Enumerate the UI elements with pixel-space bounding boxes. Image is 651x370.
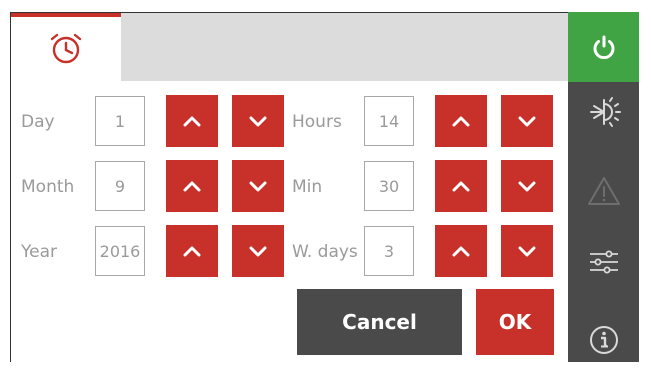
day-decrease-button[interactable] [232,95,284,147]
chevron-up-icon [452,116,470,127]
wdays-increase-button[interactable] [435,225,487,277]
wdays-decrease-button[interactable] [501,225,553,277]
year-increase-button[interactable] [166,225,218,277]
chevron-up-icon [183,116,201,127]
wdays-label: W. days [292,242,358,262]
month-label: Month [21,177,75,197]
sun-snowflake-icon [589,97,621,127]
power-icon [593,35,614,60]
chevron-up-icon [452,246,470,257]
day-value-field[interactable]: 1 [95,96,145,146]
sidebar-item-power[interactable] [568,12,639,82]
month-decrease-button[interactable] [232,160,284,212]
chevron-down-icon [518,181,536,192]
chevron-down-icon [249,181,267,192]
hours-label: Hours [292,112,342,132]
hours-increase-button[interactable] [435,95,487,147]
chevron-down-icon [249,116,267,127]
day-label: Day [21,112,55,132]
chevron-up-icon [183,246,201,257]
sidebar-item-mode[interactable] [568,82,639,142]
month-value-field[interactable]: 9 [95,161,145,211]
clock-icon [50,33,82,64]
sidebar-item-alarms[interactable] [568,161,639,221]
chevron-down-icon [518,246,536,257]
warning-icon [587,177,620,205]
chevron-up-icon [183,181,201,192]
settings-sliders-icon [589,250,618,274]
min-increase-button[interactable] [435,160,487,212]
cancel-button[interactable]: Cancel [297,289,462,355]
year-value-field[interactable]: 2016 [95,226,145,276]
min-decrease-button[interactable] [501,160,553,212]
info-icon [589,326,618,354]
sidebar-item-settings[interactable] [568,232,639,292]
wdays-value-field[interactable]: 3 [364,226,414,276]
sidebar-item-info[interactable] [568,310,639,370]
month-increase-button[interactable] [166,160,218,212]
year-decrease-button[interactable] [232,225,284,277]
day-increase-button[interactable] [166,95,218,147]
tab-bar-filler [121,13,568,81]
hours-decrease-button[interactable] [501,95,553,147]
min-label: Min [292,177,323,197]
datetime-settings-screen: Day 1 Hours 14 Month 9 Min 30 Year 2016 … [0,0,651,362]
tab-clock[interactable] [11,13,121,81]
chevron-up-icon [452,181,470,192]
min-value-field[interactable]: 30 [364,161,414,211]
chevron-down-icon [518,116,536,127]
hours-value-field[interactable]: 14 [364,96,414,146]
ok-button[interactable]: OK [476,289,554,355]
chevron-down-icon [249,246,267,257]
year-label: Year [21,242,57,262]
